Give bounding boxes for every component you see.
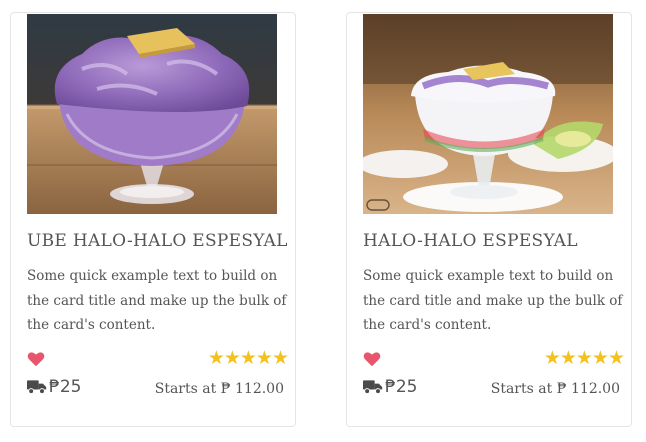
card-title: HALO-HALO ESPESYAL [363, 231, 578, 251]
heart-icon[interactable] [27, 351, 45, 367]
heart-icon[interactable] [363, 351, 381, 367]
truck-icon [27, 380, 47, 395]
product-image[interactable] [27, 14, 277, 214]
starting-price: Starts at ₱ 112.00 [490, 381, 620, 397]
truck-icon [363, 380, 383, 395]
star-rating: ★★★★★ [543, 347, 625, 369]
product-card-ube-halo-halo[interactable]: UBE HALO-HALO ESPESYAL Some quick exampl… [10, 12, 296, 427]
star-rating: ★★★★★ [207, 347, 289, 369]
product-image[interactable] [363, 14, 613, 214]
card-text: Some quick example text to build on the … [27, 268, 287, 333]
card-text: Some quick example text to build on the … [363, 268, 623, 333]
delivery-fee: ₱25 [49, 377, 82, 397]
product-card-halo-halo[interactable]: HALO-HALO ESPESYAL Some quick example te… [346, 12, 632, 427]
delivery-fee: ₱25 [385, 377, 418, 397]
starting-price: Starts at ₱ 112.00 [154, 381, 284, 397]
card-title: UBE HALO-HALO ESPESYAL [27, 231, 288, 251]
